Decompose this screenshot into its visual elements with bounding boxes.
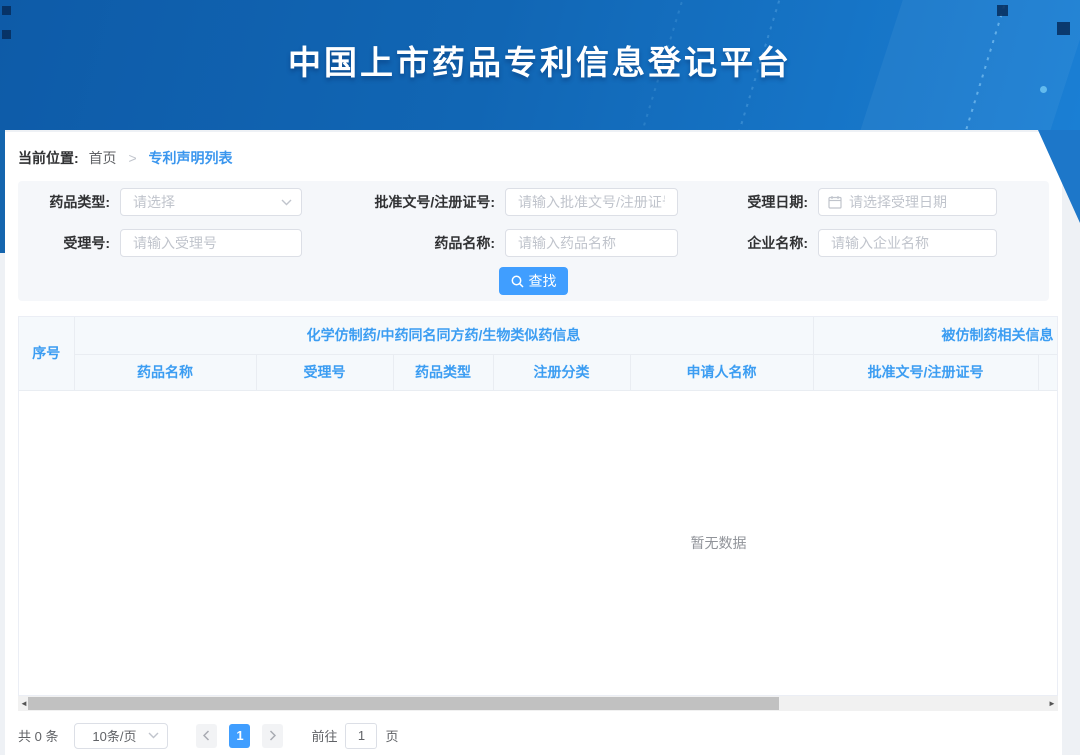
search-icon <box>511 275 524 288</box>
search-form-row-1: 药品类型: 请选择 批准文号/注册证号: 受理日期: 请选择受理日期 <box>18 188 1049 216</box>
column-header-registration-class: 注册分类 <box>493 354 630 390</box>
search-button-row: 查找 <box>18 267 1049 295</box>
acceptance-date-placeholder: 请选择受理日期 <box>849 192 947 212</box>
breadcrumb-home-link[interactable]: 首页 <box>89 150 117 166</box>
drug-type-select[interactable]: 请选择 <box>120 188 302 216</box>
search-form-row-2: 受理号: 药品名称: 企业名称: <box>18 229 1049 257</box>
chevron-right-icon <box>269 730 276 741</box>
empty-state-text: 暂无数据 <box>19 390 1058 695</box>
breadcrumb-separator: > <box>128 150 136 166</box>
column-header-applicant-name: 申请人名称 <box>630 354 813 390</box>
breadcrumb-current: 专利声明列表 <box>149 150 233 166</box>
column-header-drug-type: 药品类型 <box>393 354 493 390</box>
acceptance-date-picker[interactable]: 请选择受理日期 <box>818 188 997 216</box>
breadcrumb-prefix: 当前位置: <box>18 150 79 166</box>
goto-page-input[interactable] <box>345 723 377 749</box>
scrollbar-right-arrow[interactable]: ► <box>1046 696 1058 711</box>
goto-label: 前往 <box>311 726 337 745</box>
drug-type-select-placeholder: 请选择 <box>133 192 289 212</box>
page-title: 中国上市药品专利信息登记平台 <box>0 36 1080 84</box>
breadcrumb: 当前位置: 首页 > 专利声明列表 <box>18 148 1049 168</box>
scrollbar-thumb[interactable] <box>28 697 779 710</box>
table-group-header-row: 序号 化学仿制药/中药同名同方药/生物类似药信息 被仿制药相关信息 <box>19 317 1058 354</box>
goto-unit: 页 <box>385 726 398 745</box>
pagination-bar: 共 0 条 10条/页 1 前往 页 <box>18 723 1049 749</box>
approval-number-input[interactable] <box>505 188 678 216</box>
chevron-down-icon <box>148 732 159 739</box>
column-header-hidden <box>1038 354 1058 390</box>
company-name-input[interactable] <box>818 229 997 257</box>
banner-corner-square <box>997 5 1008 16</box>
page-number-button[interactable]: 1 <box>229 724 250 748</box>
empty-state-row: 暂无数据 <box>19 390 1058 695</box>
prev-page-button[interactable] <box>196 724 217 748</box>
acceptance-number-input[interactable] <box>120 229 302 257</box>
table-subheader-row: 药品名称 受理号 药品类型 注册分类 申请人名称 批准文号/注册证号 <box>19 354 1058 390</box>
acceptance-number-label: 受理号: <box>18 233 110 253</box>
content-card: 当前位置: 首页 > 专利声明列表 药品类型: 请选择 批准文号/注册证号: 受… <box>5 132 1062 755</box>
chevron-left-icon <box>203 730 210 741</box>
chevron-down-icon <box>281 199 292 206</box>
patent-declaration-table: 序号 化学仿制药/中药同名同方药/生物类似药信息 被仿制药相关信息 药品名称 受… <box>19 317 1058 696</box>
drug-type-label: 药品类型: <box>18 192 110 212</box>
acceptance-date-label: 受理日期: <box>678 192 808 212</box>
page-size-select[interactable]: 10条/页 <box>74 723 168 749</box>
approval-number-label: 批准文号/注册证号: <box>302 192 495 212</box>
next-page-button[interactable] <box>262 724 283 748</box>
company-name-label: 企业名称: <box>678 233 808 253</box>
column-header-approval-number: 批准文号/注册证号 <box>813 354 1038 390</box>
column-header-drug-name: 药品名称 <box>74 354 256 390</box>
banner-dot <box>1040 86 1047 93</box>
banner-corner-square <box>2 6 11 15</box>
page-size-value: 10条/页 <box>92 726 136 745</box>
top-banner: 中国上市药品专利信息登记平台 <box>0 0 1080 130</box>
drug-name-input[interactable] <box>505 229 678 257</box>
search-form-panel: 药品类型: 请选择 批准文号/注册证号: 受理日期: 请选择受理日期 受理号: … <box>18 181 1049 301</box>
horizontal-scrollbar[interactable]: ◄ ► <box>18 696 1058 711</box>
pagination-total: 共 0 条 <box>18 726 58 745</box>
table-scroll-area: 序号 化学仿制药/中药同名同方药/生物类似药信息 被仿制药相关信息 药品名称 受… <box>18 316 1058 696</box>
column-header-seq: 序号 <box>19 317 74 390</box>
drug-name-label: 药品名称: <box>302 233 495 253</box>
group-header-generic-info: 化学仿制药/中药同名同方药/生物类似药信息 <box>74 317 813 354</box>
calendar-icon <box>828 195 842 209</box>
search-button[interactable]: 查找 <box>499 267 568 295</box>
group-header-reference-info: 被仿制药相关信息 <box>813 317 1058 354</box>
search-button-label: 查找 <box>529 271 557 291</box>
column-header-acceptance-number: 受理号 <box>256 354 393 390</box>
banner-corner-square <box>1057 22 1070 35</box>
